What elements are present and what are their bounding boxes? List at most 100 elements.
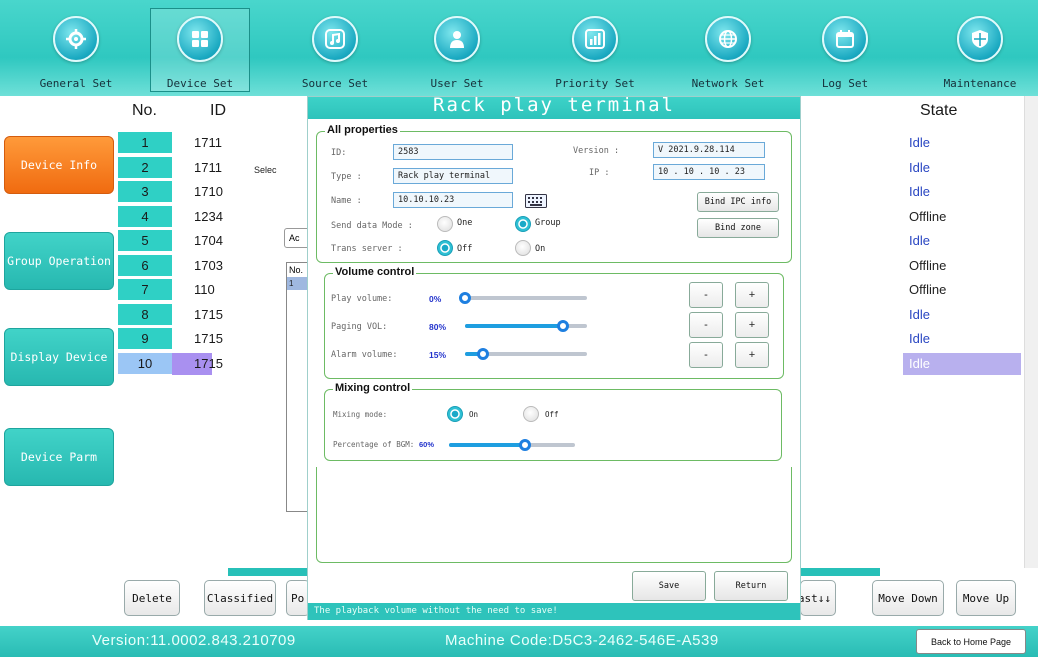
keyboard-icon[interactable]: [525, 194, 547, 213]
paging-vol-slider[interactable]: [465, 320, 587, 332]
nav-priority-set[interactable]: Priority Set: [545, 0, 645, 96]
row-id[interactable]: 1711: [194, 157, 222, 179]
row-id[interactable]: 1703: [194, 255, 223, 277]
trans-server-label: Trans server :: [331, 244, 403, 254]
nav-label: Source Set: [301, 77, 369, 90]
row-no[interactable]: 8: [118, 303, 172, 326]
type-field[interactable]: Rack play terminal: [393, 168, 513, 184]
row-id[interactable]: 1234: [194, 206, 223, 228]
nav-user-set[interactable]: User Set: [412, 0, 502, 96]
table-scrollbar[interactable]: [1024, 96, 1038, 576]
play-volume-value: 0%: [429, 294, 442, 304]
row-id[interactable]: 1715: [172, 352, 223, 375]
move-down-button[interactable]: Move Down: [872, 580, 944, 616]
row-state[interactable]: Offline: [903, 279, 1021, 301]
delete-button[interactable]: Delete: [124, 580, 180, 616]
bind-zone-button[interactable]: Bind zone: [697, 218, 779, 238]
hint-bar: The playback volume without the need to …: [308, 603, 800, 620]
last-button[interactable]: ast↓↓: [798, 580, 836, 616]
slider-thumb[interactable]: [556, 320, 569, 332]
back-home-button[interactable]: Back to Home Page: [916, 629, 1026, 654]
row-state[interactable]: Idle: [903, 157, 1021, 179]
slider-thumb[interactable]: [459, 292, 471, 304]
sidebar-item-display-device[interactable]: Display Device: [4, 328, 114, 386]
group-legend: Volume control: [333, 266, 417, 278]
rack-play-terminal-dialog: Rack play terminal All properties ID: 25…: [307, 94, 801, 620]
slider-thumb[interactable]: [477, 348, 490, 360]
mixing-off-radio[interactable]: [523, 406, 539, 422]
nav-general-set[interactable]: General Set: [36, 0, 116, 96]
move-up-button[interactable]: Move Up: [956, 580, 1016, 616]
return-button[interactable]: Return: [714, 571, 788, 601]
sidebar-item-label: Group Operation: [7, 254, 111, 268]
row-id[interactable]: 1715: [194, 304, 223, 326]
trans-on-radio[interactable]: [515, 240, 531, 256]
alarm-volume-minus[interactable]: -: [689, 342, 723, 368]
id-field[interactable]: 2583: [393, 144, 513, 160]
mixing-on-label: On: [469, 410, 479, 419]
trans-off-radio[interactable]: [437, 240, 453, 256]
nav-log-set[interactable]: Log Set: [800, 0, 890, 96]
trans-off-label: Off: [457, 244, 473, 254]
slider-thumb[interactable]: [518, 439, 531, 451]
sidebar-item-device-parm[interactable]: Device Parm: [4, 428, 114, 486]
empty-panel: [316, 467, 792, 563]
row-id[interactable]: 1710: [194, 181, 223, 203]
row-state[interactable]: Idle: [903, 132, 1021, 154]
row-state[interactable]: Idle: [903, 304, 1021, 326]
row-state[interactable]: Idle: [903, 328, 1021, 350]
send-one-radio[interactable]: [437, 216, 453, 232]
row-state[interactable]: Offline: [903, 206, 1021, 228]
select-label: Selec: [254, 165, 277, 175]
row-no[interactable]: 5: [118, 230, 172, 252]
play-volume-plus[interactable]: +: [735, 282, 769, 308]
nav-maintenance[interactable]: Maintenance: [930, 0, 1030, 96]
paging-vol-minus[interactable]: -: [689, 312, 723, 338]
nav-device-set[interactable]: Device Set: [148, 0, 252, 96]
mixing-off-label: Off: [545, 410, 559, 419]
ip-field[interactable]: 10 . 10 . 10 . 23: [653, 164, 765, 180]
top-navigation: General Set Device Set Source Set User S…: [0, 0, 1038, 96]
row-state[interactable]: Idle: [903, 230, 1021, 252]
grid-icon: [177, 16, 223, 62]
mixing-on-radio[interactable]: [447, 406, 463, 422]
play-volume-minus[interactable]: -: [689, 282, 723, 308]
sidebar-item-device-info[interactable]: Device Info: [4, 136, 114, 194]
alarm-volume-plus[interactable]: +: [735, 342, 769, 368]
sidebar-item-group-operation[interactable]: Group Operation: [4, 232, 114, 290]
row-no[interactable]: 3: [118, 181, 172, 203]
nav-source-set[interactable]: Source Set: [290, 0, 380, 96]
row-no[interactable]: 4: [118, 205, 172, 228]
row-id[interactable]: 1704: [194, 230, 223, 252]
inner-list: No. 1: [286, 262, 308, 512]
play-volume-slider[interactable]: [459, 292, 587, 304]
paging-vol-plus[interactable]: +: [735, 312, 769, 338]
row-no[interactable]: 2: [118, 156, 172, 179]
send-group-label: Group: [535, 218, 561, 228]
name-field[interactable]: 10.10.10.23: [393, 192, 513, 208]
bgm-slider[interactable]: [449, 439, 575, 451]
toolbar-accent: [800, 568, 880, 576]
send-group-radio[interactable]: [515, 216, 531, 232]
sidebar-item-label: Device Info: [20, 158, 98, 172]
row-state[interactable]: Idle: [903, 352, 1021, 375]
row-id[interactable]: 1711: [194, 132, 222, 154]
sidebar-item-label: Device Parm: [20, 450, 98, 464]
alarm-volume-slider[interactable]: [465, 348, 587, 360]
version-field[interactable]: V 2021.9.28.114: [653, 142, 765, 158]
row-no[interactable]: 6: [118, 254, 172, 277]
row-state[interactable]: Idle: [903, 181, 1021, 203]
ip-label: IP :: [589, 168, 610, 178]
row-id[interactable]: 1715: [194, 328, 223, 350]
save-button[interactable]: Save: [632, 571, 706, 601]
row-no[interactable]: 10: [118, 352, 172, 375]
nav-network-set[interactable]: Network Set: [678, 0, 778, 96]
row-no[interactable]: 1: [118, 132, 172, 154]
row-id[interactable]: 110: [194, 279, 215, 301]
row-no[interactable]: 7: [118, 279, 172, 301]
classified-button[interactable]: Classified: [204, 580, 276, 616]
bind-ipc-info-button[interactable]: Bind IPC info: [697, 192, 779, 212]
nav-label: Network Set: [691, 77, 765, 90]
row-state[interactable]: Offline: [903, 255, 1021, 277]
row-no[interactable]: 9: [118, 328, 172, 350]
